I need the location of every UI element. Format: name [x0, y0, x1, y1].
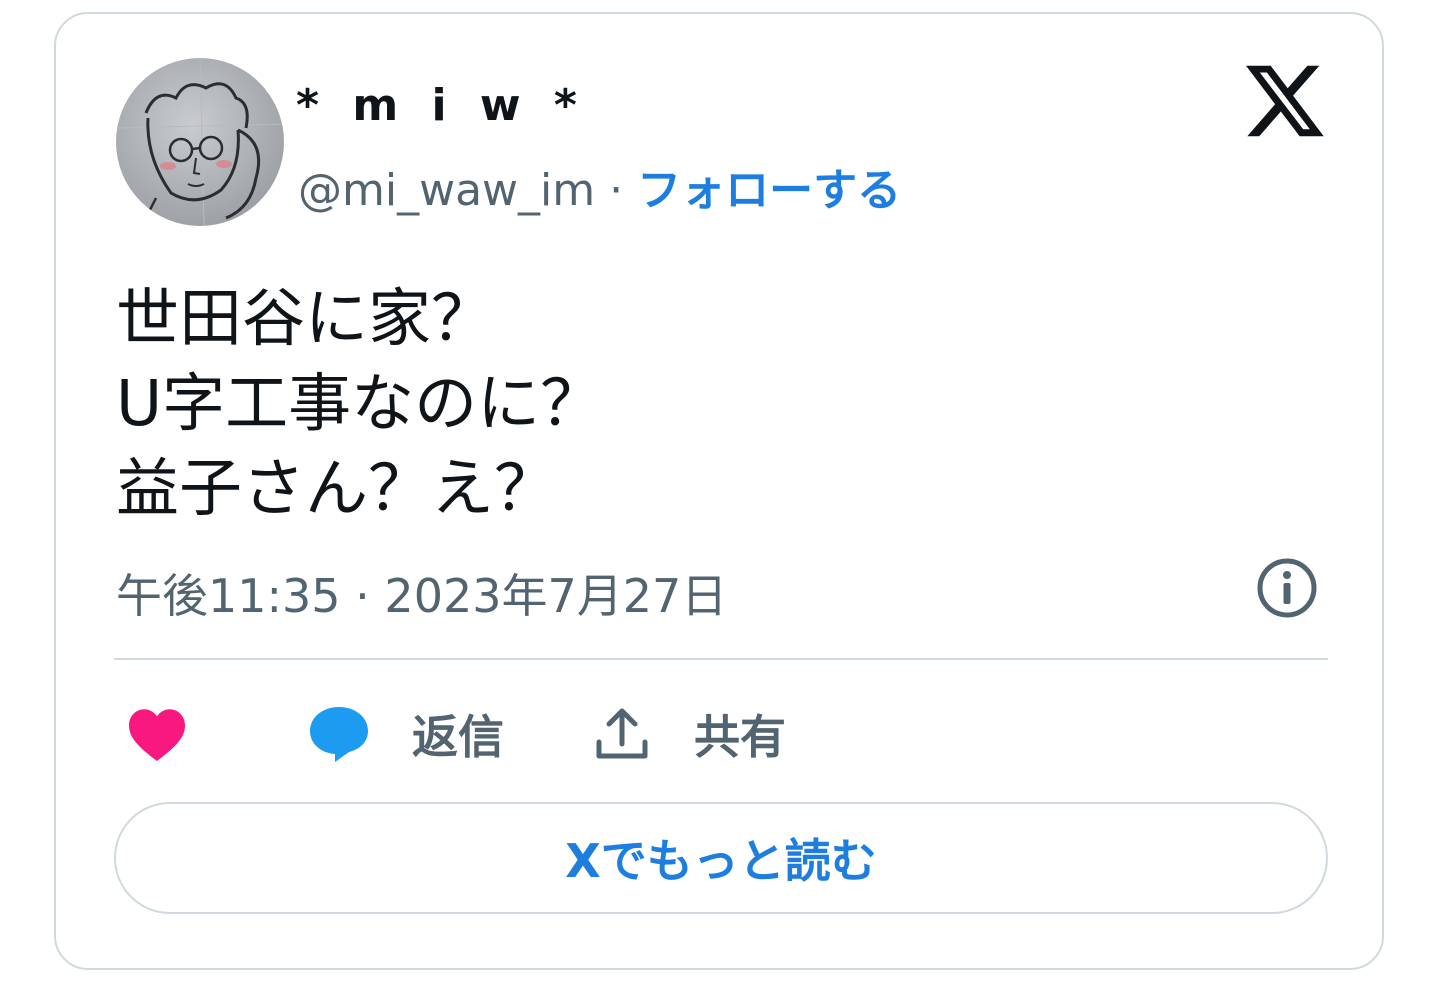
action-bar: 返信 共有	[56, 694, 1382, 774]
share-label: 共有	[694, 710, 786, 764]
read-more-label: Xでもっと読む	[565, 834, 877, 888]
divider	[114, 658, 1328, 660]
x-logo-icon[interactable]	[1246, 64, 1324, 138]
like-button[interactable]	[126, 694, 188, 774]
read-more-button[interactable]: Xでもっと読む	[114, 802, 1328, 914]
handle-row: @mi_waw_im · フォローする	[298, 154, 901, 218]
tweet-line: U字工事なのに？	[116, 367, 604, 440]
share-button[interactable]: 共有	[594, 694, 786, 774]
upload-icon	[596, 708, 648, 759]
avatar[interactable]	[116, 58, 284, 226]
embedded-tweet-card: * m i w * @mi_waw_im · フォローする 世田谷に家？ U字工…	[54, 12, 1384, 970]
tweet-timestamp[interactable]: 午後11:35 · 2023年7月27日	[116, 560, 727, 626]
heart-icon	[129, 709, 185, 761]
tweet-line: 益子さん？え？	[116, 452, 557, 525]
avatar-sketch-image	[116, 58, 284, 226]
reply-label: 返信	[412, 710, 504, 764]
display-name[interactable]: * m i w *	[296, 80, 586, 131]
follow-link[interactable]: フォローする	[637, 154, 901, 218]
reply-button[interactable]: 返信	[308, 694, 504, 774]
tweet-text: 世田谷に家？ U字工事なのに？ 益子さん？え？	[116, 276, 603, 531]
info-icon[interactable]	[1255, 556, 1319, 620]
handle[interactable]: @mi_waw_im	[298, 165, 595, 216]
separator-dot: ·	[609, 165, 624, 216]
tweet-line: 世田谷に家？	[116, 282, 494, 355]
speech-bubble-icon	[310, 707, 368, 762]
